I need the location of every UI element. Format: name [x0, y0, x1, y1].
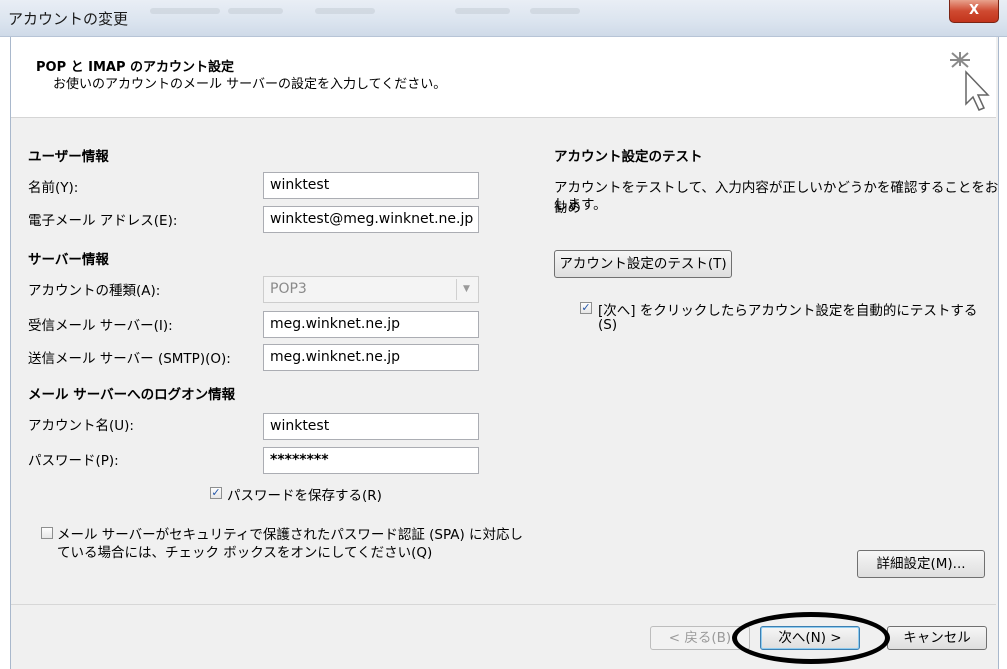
- chevron-down-icon[interactable]: ▼: [456, 279, 476, 300]
- test-heading: アカウント設定のテスト: [554, 149, 703, 165]
- password-field[interactable]: ********: [263, 447, 479, 474]
- name-label: 名前(Y):: [28, 180, 79, 196]
- server-info-heading: サーバー情報: [28, 252, 109, 268]
- cursor-sparkle-icon: [950, 52, 990, 111]
- spa-label-line2[interactable]: ている場合には、チェック ボックスをオンにしてください(Q): [57, 541, 432, 561]
- blur-artifact: [455, 8, 510, 14]
- password-label: パスワード(P):: [28, 453, 119, 469]
- account-type-select[interactable]: POP3: [263, 276, 479, 303]
- account-name-label: アカウント名(U):: [28, 418, 134, 434]
- save-password-checkbox[interactable]: ✓: [210, 487, 222, 499]
- auto-test-label-line1[interactable]: [次へ] をクリックしたらアカウント設定を自動的にテストする: [598, 299, 977, 319]
- spa-label-line1[interactable]: メール サーバーがセキュリティで保護されたパスワード認証 (SPA) に対応し: [57, 523, 523, 543]
- page-subtitle: お使いのアカウントのメール サーバーの設定を入力してください。: [53, 77, 447, 92]
- test-description-line2: します。: [554, 197, 607, 213]
- blur-artifact: [315, 8, 375, 14]
- cancel-button[interactable]: キャンセル: [887, 626, 987, 650]
- highlight-ellipse: [732, 612, 890, 664]
- window-title: アカウントの変更: [8, 10, 129, 28]
- account-name-field[interactable]: winktest: [263, 413, 479, 440]
- save-password-label[interactable]: パスワードを保存する(R): [227, 484, 382, 504]
- title-bar: アカウントの変更 X: [0, 0, 1007, 37]
- close-button[interactable]: X: [949, 0, 999, 23]
- outgoing-server-field[interactable]: meg.winknet.ne.jp: [263, 344, 479, 371]
- user-info-heading: ユーザー情報: [28, 149, 109, 165]
- test-description-line1: アカウントをテストして、入力内容が正しいかどうかを確認することをお勧め: [554, 180, 999, 216]
- email-label: 電子メール アドレス(E):: [28, 213, 178, 229]
- incoming-server-label: 受信メール サーバー(I):: [28, 318, 173, 334]
- blur-artifact: [150, 8, 220, 14]
- outgoing-server-label: 送信メール サーバー (SMTP)(O):: [28, 351, 231, 367]
- blur-artifact: [228, 8, 283, 14]
- email-field[interactable]: winktest@meg.winknet.ne.jp: [263, 206, 479, 233]
- logon-info-heading: メール サーバーへのログオン情報: [28, 387, 236, 403]
- spa-checkbox[interactable]: [41, 527, 53, 539]
- account-type-label: アカウントの種類(A):: [28, 283, 161, 299]
- test-account-button[interactable]: アカウント設定のテスト(T): [554, 250, 732, 278]
- auto-test-label-line2[interactable]: (S): [598, 317, 617, 333]
- auto-test-checkbox[interactable]: ✓: [580, 302, 592, 314]
- incoming-server-field[interactable]: meg.winknet.ne.jp: [263, 311, 479, 338]
- more-settings-button[interactable]: 詳細設定(M)...: [857, 550, 985, 578]
- footer-divider: [11, 604, 996, 605]
- blur-artifact: [530, 8, 580, 14]
- name-field[interactable]: winktest: [263, 172, 479, 199]
